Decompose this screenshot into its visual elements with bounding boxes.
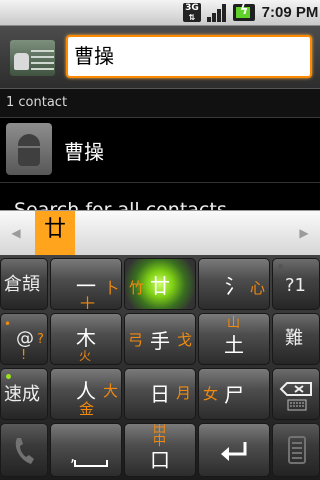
key-nian-pressed[interactable]: 廿 竹	[124, 258, 196, 310]
key-main-char: 廿	[150, 274, 170, 298]
key-label: ?1	[285, 275, 307, 296]
key-sub-char: ?	[37, 332, 44, 347]
key-quick-mode[interactable]: 速成	[0, 368, 48, 420]
key-main-char: 口	[150, 448, 170, 472]
key-label: 倉頡	[4, 274, 40, 295]
menu-icon	[288, 436, 306, 464]
candidate-prev-icon[interactable]: ◀	[6, 211, 26, 255]
enter-arrow-icon	[221, 442, 247, 461]
data-activity-arrows-icon: ⇅	[188, 13, 196, 22]
key-tu[interactable]: 山 土	[198, 313, 270, 365]
status-bar: 3G ⇅ ϟ 7:09 PM	[0, 0, 320, 26]
status-time: 7:09 PM	[261, 4, 319, 21]
key-label: 速成	[4, 384, 40, 405]
key-shou[interactable]: 弓 手 戈	[124, 313, 196, 365]
cangjie-keyboard: 倉頡 一 卜 十 廿 竹 氵 心 ?1 • @ ? ! 木 火 弓 手 戈 山 …	[0, 255, 320, 480]
key-nan[interactable]: 難	[272, 313, 320, 365]
key-shui[interactable]: 氵 心	[198, 258, 270, 310]
key-main-char: @	[16, 328, 34, 349]
contact-name: 曹操	[64, 140, 104, 164]
key-punctuation[interactable]: • @ ? !	[0, 313, 48, 365]
key-cangjie-mode[interactable]: 倉頡	[0, 258, 48, 310]
search-input[interactable]: 曹操	[66, 35, 312, 78]
key-sub-char: 火	[79, 349, 92, 363]
key-sub-char: 金	[79, 400, 95, 418]
key-sub-char: •	[4, 317, 12, 331]
key-sub-char: 十	[80, 295, 96, 310]
key-sub-char: 女	[203, 385, 219, 403]
search-header: 曹操	[0, 26, 320, 89]
key-sub-char: 月	[176, 384, 192, 402]
key-main-char: 氵	[225, 274, 245, 298]
results-count-header: 1 contact	[0, 89, 320, 118]
key-main-char: 難	[285, 328, 303, 349]
candidate-item[interactable]: 廿	[35, 211, 75, 255]
space-key[interactable]: ,	[50, 423, 122, 477]
enter-key[interactable]	[198, 423, 270, 477]
key-kou[interactable]: 田 中 口	[124, 423, 196, 477]
backspace-icon	[279, 382, 312, 411]
key-mu[interactable]: 木 火	[50, 313, 122, 365]
key-sub-char: 大	[103, 382, 119, 400]
key-symbols-numbers[interactable]: ?1	[272, 258, 320, 310]
key-main-char: 人	[76, 379, 96, 403]
key-main-char: 日	[150, 382, 170, 406]
key-sub-char: 竹	[129, 279, 145, 297]
network-type-label: 3G	[185, 3, 199, 13]
key-main-char: 土	[224, 333, 244, 357]
key-yi[interactable]: 一 卜 十	[50, 258, 122, 310]
contact-list-item[interactable]: 曹操	[0, 118, 320, 183]
key-main-char: 尸	[224, 383, 244, 407]
key-sub-char: 心	[250, 279, 266, 297]
key-main-char: 木	[76, 326, 96, 350]
candidate-next-icon[interactable]: ▶	[294, 211, 314, 255]
key-sub-char: !	[21, 348, 27, 363]
key-main-char: 一	[76, 274, 96, 298]
battery-charging-icon: ϟ	[233, 3, 255, 21]
key-sub-char: 戈	[177, 331, 193, 349]
key-sub-char: 山	[227, 316, 241, 331]
key-sub-char: 卜	[104, 279, 120, 297]
space-bar-icon	[74, 460, 108, 467]
menu-key[interactable]	[272, 423, 320, 477]
voice-call-key[interactable]	[0, 423, 48, 477]
key-ri[interactable]: 日 月	[124, 368, 196, 420]
phone-icon	[15, 438, 34, 464]
key-main-char: 手	[150, 329, 170, 353]
candidate-bar: ◀ 廿 ▶	[0, 210, 320, 255]
contacts-app-icon[interactable]	[10, 40, 55, 76]
key-ren[interactable]: 人 大 金	[50, 368, 122, 420]
3g-data-icon: 3G ⇅	[183, 3, 201, 22]
key-shi[interactable]: 女 尸	[198, 368, 270, 420]
backspace-key[interactable]	[272, 368, 320, 420]
key-sub-char: 中	[153, 434, 167, 449]
contact-avatar[interactable]	[6, 123, 52, 175]
key-sub-char: 弓	[128, 331, 144, 349]
signal-strength-icon	[207, 3, 228, 22]
results-count-label: 1 contact	[6, 95, 68, 110]
